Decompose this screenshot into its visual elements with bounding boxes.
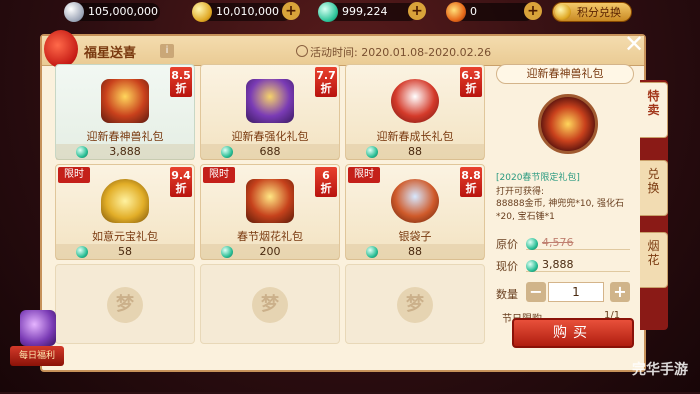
product-card[interactable]: 7.7 折 迎新春强化礼包 688 — [200, 64, 340, 160]
quantity-minus-button[interactable]: − — [526, 282, 546, 302]
quantity-label: 数量 — [496, 288, 518, 301]
detail-panel: 迎新春神兽礼包 [2020春节限定礼包] 打开可获得: 88888金币, 神兜兜… — [496, 64, 634, 325]
product-grid: 8.5 折 迎新春神兽礼包 3,888 7.7 折 迎新春强化礼包 688 6.3 折… — [55, 64, 490, 394]
discount-badge: 8.5 折 — [170, 67, 192, 97]
gold-currency: 10,010,000 + — [192, 2, 300, 22]
add-fire-button[interactable]: + — [524, 2, 542, 20]
close-button[interactable]: ✕ — [622, 32, 646, 56]
empty-slot: 梦 — [200, 264, 340, 344]
product-price: 3,888 — [56, 144, 194, 160]
tab-special-sale[interactable]: 特卖 — [640, 82, 668, 138]
jade-icon — [221, 146, 233, 158]
current-price-label: 现价 — [496, 260, 518, 273]
product-card[interactable]: 8.5 折 迎新春神兽礼包 3,888 — [55, 64, 195, 160]
product-name: 春节烟花礼包 — [237, 230, 303, 243]
silver-pouch-icon — [391, 179, 439, 223]
product-price: 688 — [201, 144, 339, 160]
tab-exchange[interactable]: 兑换 — [640, 160, 668, 216]
jade-amount: 999,224 — [342, 5, 388, 18]
product-price: 58 — [56, 244, 194, 260]
watermark-logo: 完华手游 — [632, 362, 688, 378]
jade-icon — [366, 146, 378, 158]
silver-amount: 105,000,000 — [88, 5, 158, 18]
jade-icon — [76, 146, 88, 158]
product-card[interactable]: 限时 9.4 折 如意元宝礼包 58 — [55, 164, 195, 260]
chest-icon — [246, 79, 294, 123]
silver-coin-icon — [64, 2, 84, 22]
jade-icon — [221, 246, 233, 258]
jade-icon — [526, 238, 538, 250]
chest-icon — [101, 79, 149, 123]
fire-amount: 0 — [470, 5, 477, 18]
jade-icon — [76, 246, 88, 258]
silver-currency: 105,000,000 — [64, 2, 160, 22]
product-price: 88 — [346, 244, 484, 260]
points-icon — [555, 4, 571, 20]
add-gold-button[interactable]: + — [282, 2, 300, 20]
limited-tag: 限时 — [58, 167, 90, 183]
lantern-icon — [44, 30, 78, 68]
page-title: 福星送喜 — [84, 46, 137, 61]
jade-icon — [366, 246, 378, 258]
product-card[interactable]: 6.3 折 迎新春成长礼包 88 — [345, 64, 485, 160]
detail-title: 迎新春神兽礼包 — [496, 64, 634, 84]
add-jade-button[interactable]: + — [408, 2, 426, 20]
quantity-input[interactable]: 1 — [548, 282, 604, 302]
detail-description: 88888金币, 神兜兜*10, 强化石*20, 宝石锤*1 — [496, 199, 625, 222]
product-name: 如意元宝礼包 — [92, 230, 158, 243]
limited-tag: 限时 — [348, 167, 380, 183]
jade-icon — [318, 2, 338, 22]
placeholder-icon: 梦 — [397, 287, 433, 323]
discount-badge: 6折 — [315, 167, 337, 197]
ingot-icon — [101, 179, 149, 223]
points-exchange-label: 积分兑换 — [577, 6, 621, 19]
gold-amount: 10,010,000 — [216, 5, 279, 18]
currency-bar: 105,000,000 10,010,000 + 999,224 + 0 + 积… — [0, 0, 700, 24]
placeholder-icon: 梦 — [107, 287, 143, 323]
empty-slot: 梦 — [345, 264, 485, 344]
product-card[interactable]: 限时 6折 春节烟花礼包 200 — [200, 164, 340, 260]
detail-subtitle: [2020春节限定礼包] — [496, 173, 580, 183]
gift-bag-icon — [391, 79, 439, 123]
activity-time: 活动时间: 2020.01.08-2020.02.26 — [310, 46, 492, 59]
fire-token-icon — [446, 2, 466, 22]
detail-contents-label: 打开可获得: — [496, 187, 545, 197]
jade-currency: 999,224 + — [318, 2, 426, 22]
clock-icon — [296, 45, 308, 57]
panel-header: 福星送喜 i 活动时间: 2020.01.08-2020.02.26 — [42, 36, 644, 66]
original-price-label: 原价 — [496, 238, 518, 251]
product-price: 88 — [346, 144, 484, 160]
product-name: 迎新春强化礼包 — [231, 130, 309, 143]
discount-badge: 7.7 折 — [315, 67, 337, 97]
points-exchange-button[interactable]: 积分兑换 — [552, 2, 632, 22]
buy-button[interactable]: 购买 — [512, 318, 634, 348]
info-icon[interactable]: i — [160, 44, 174, 58]
fire-currency: 0 + — [446, 2, 542, 22]
product-name: 银袋子 — [398, 230, 432, 243]
limited-tag: 限时 — [203, 167, 235, 183]
product-card[interactable]: 限时 8.8 折 银袋子 88 — [345, 164, 485, 260]
quantity-plus-button[interactable]: + — [610, 282, 630, 302]
gold-coin-icon — [192, 2, 212, 22]
jade-icon — [526, 260, 538, 272]
product-name: 迎新春成长礼包 — [376, 130, 454, 143]
discount-badge: 9.4 折 — [170, 167, 192, 197]
fireworks-chest-icon — [246, 179, 294, 223]
daily-bonus-label: 每日福利 — [10, 346, 64, 366]
gift-box-icon — [20, 310, 56, 346]
product-name: 迎新春神兽礼包 — [86, 130, 164, 143]
chest-icon — [538, 94, 598, 154]
discount-badge: 6.3 折 — [460, 67, 482, 97]
placeholder-icon: 梦 — [252, 287, 288, 323]
daily-bonus[interactable]: 每日福利 — [10, 310, 64, 370]
product-price: 200 — [201, 244, 339, 260]
current-price: 3,888 — [542, 258, 574, 271]
discount-badge: 8.8 折 — [460, 167, 482, 197]
original-price: 4,576 — [542, 236, 574, 249]
empty-slot: 梦 — [55, 264, 195, 344]
tab-fireworks[interactable]: 烟花 — [640, 232, 668, 288]
